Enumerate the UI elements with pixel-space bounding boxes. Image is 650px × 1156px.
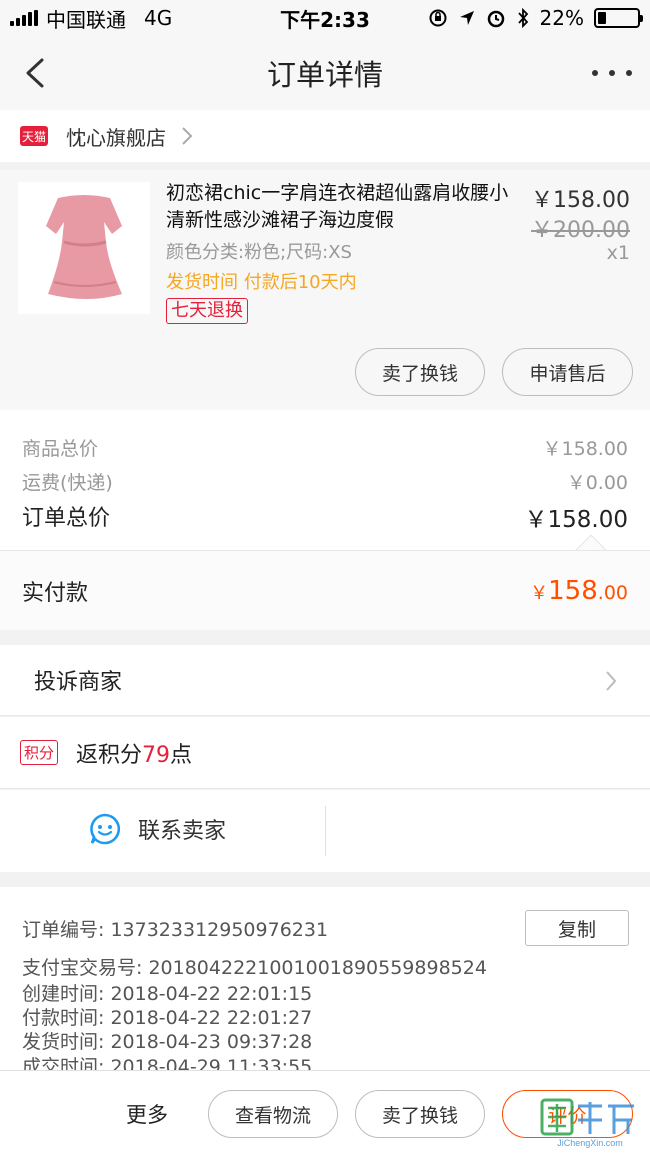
complaint-label: 投诉商家	[34, 670, 123, 695]
battery-fill	[598, 12, 607, 24]
paid-time-label: 付款时间:	[22, 1007, 105, 1029]
points-text: 返积分79点	[76, 737, 192, 769]
order-total-value: ￥158.00	[524, 507, 628, 533]
points-row: 积分 返积分79点	[0, 717, 650, 789]
chevron-right-icon	[182, 127, 193, 145]
created-time-label: 创建时间:	[22, 983, 105, 1005]
complaint-row[interactable]: 投诉商家	[0, 645, 650, 716]
paid-integer: 158	[548, 575, 598, 606]
goods-total-label: 商品总价	[22, 438, 99, 460]
sell-for-cash-button[interactable]: 卖了换钱	[355, 1090, 485, 1138]
battery-icon	[594, 8, 643, 28]
product-sku: 颜色分类:粉色;尺码:XS	[166, 242, 352, 263]
product-original-price: ￥200.00	[531, 218, 630, 243]
chevron-right-icon	[606, 671, 617, 691]
back-icon[interactable]	[20, 52, 60, 94]
points-suffix: 点	[170, 742, 193, 768]
page-title: 订单详情	[266, 58, 383, 92]
product-card[interactable]: 初恋裙chic一字肩连衣裙超仙露肩收腰小清新性感沙滩裙子海边度假 ￥158.00…	[0, 170, 650, 410]
order-number-line: 订单编号: 137323312950976231	[22, 915, 328, 942]
return-badge: 七天退换	[166, 298, 248, 324]
points-value: 79	[142, 742, 171, 768]
alipay-line: 支付宝交易号: 2018042221001001890559898524	[22, 953, 487, 980]
battery-percent: 22%	[539, 6, 584, 30]
product-image[interactable]	[18, 182, 150, 314]
after-sale-button[interactable]: 申请售后	[502, 348, 633, 396]
shipping-label: 运费(快递)	[22, 472, 113, 494]
alipay-label: 支付宝交易号:	[22, 957, 143, 979]
paid-amount: ￥158.00	[530, 576, 628, 606]
shop-name: 忱心旗舰店	[66, 125, 166, 150]
view-logistics-button[interactable]: 查看物流	[208, 1090, 338, 1138]
product-price: ￥158.00	[531, 188, 630, 213]
contact-seller-label: 联系卖家	[138, 819, 227, 844]
network-type: 4G	[144, 6, 173, 30]
more-button[interactable]: 更多	[126, 1099, 168, 1129]
completed-time: 2018-04-29 11:33:55	[110, 1056, 313, 1070]
shipping-row: 运费(快递) ￥0.00	[22, 468, 628, 495]
copy-button[interactable]: 复制	[525, 910, 629, 946]
watermark-icon	[540, 1098, 634, 1136]
navigation-bar: 订单详情	[0, 36, 650, 110]
paid-time-line: 付款时间: 2018-04-22 22:01:27	[22, 1003, 312, 1030]
status-bar: 中国联通 4G 下午2:33 22%	[0, 0, 650, 36]
alipay-number: 2018042221001001890559898524	[148, 957, 487, 979]
points-prefix: 返积分	[76, 742, 143, 768]
shipped-time-line: 发货时间: 2018-04-23 09:37:28	[22, 1027, 312, 1054]
paid-label: 实付款	[22, 580, 89, 606]
tmall-icon: 天猫	[20, 126, 48, 146]
product-quantity: x1	[606, 242, 630, 264]
bluetooth-icon	[517, 8, 528, 28]
order-total-row: 订单总价 ￥158.00	[22, 500, 628, 534]
carrier-name: 中国联通	[46, 7, 126, 32]
goods-total-row: 商品总价 ￥158.00	[22, 434, 628, 461]
order-info: 订单编号: 137323312950976231 复制 支付宝交易号: 2018…	[0, 887, 650, 1070]
contact-seller-button[interactable]: 联系卖家	[88, 812, 226, 846]
paid-currency: ￥	[530, 582, 549, 604]
location-icon	[459, 11, 474, 25]
ship-time: 发货时间 付款后10天内	[166, 272, 357, 293]
shipping-value: ￥0.00	[566, 472, 628, 494]
watermark-logo: JiChengXin.com	[540, 1098, 640, 1148]
paid-amount-row: 实付款 ￥158.00	[0, 550, 650, 630]
created-time: 2018-04-22 22:01:15	[110, 983, 313, 1005]
rotation-lock-icon	[429, 9, 447, 27]
watermark-text: JiChengXin.com	[557, 1138, 623, 1148]
completed-time-line: 成交时间: 2018-04-29 11:33:55	[22, 1052, 312, 1070]
order-number-label: 订单编号:	[22, 919, 105, 941]
goods-total-value: ￥158.00	[542, 438, 628, 460]
chat-bubble-icon	[90, 813, 121, 845]
shipped-time: 2018-04-23 09:37:28	[110, 1031, 313, 1053]
created-time-line: 创建时间: 2018-04-22 22:01:15	[22, 979, 312, 1006]
completed-time-label: 成交时间:	[22, 1056, 105, 1070]
divider	[325, 806, 326, 856]
paid-time: 2018-04-22 22:01:27	[110, 1007, 313, 1029]
points-badge: 积分	[20, 740, 59, 765]
alarm-icon	[487, 10, 504, 28]
contact-section: 联系卖家	[0, 790, 650, 872]
order-number: 137323312950976231	[110, 919, 329, 941]
price-summary: 商品总价 ￥158.00 运费(快递) ￥0.00 订单总价 ￥158.00	[0, 410, 650, 550]
order-total-label: 订单总价	[22, 506, 111, 531]
shop-row[interactable]: 天猫 忱心旗舰店	[0, 110, 650, 162]
more-options-icon[interactable]	[592, 61, 632, 85]
paid-decimal: .00	[597, 581, 628, 604]
signal-icon	[10, 10, 38, 26]
shipped-time-label: 发货时间:	[22, 1031, 105, 1053]
product-title[interactable]: 初恋裙chic一字肩连衣裙超仙露肩收腰小清新性感沙滩裙子海边度假	[166, 180, 516, 234]
sell-for-cash-button[interactable]: 卖了换钱	[355, 348, 485, 396]
